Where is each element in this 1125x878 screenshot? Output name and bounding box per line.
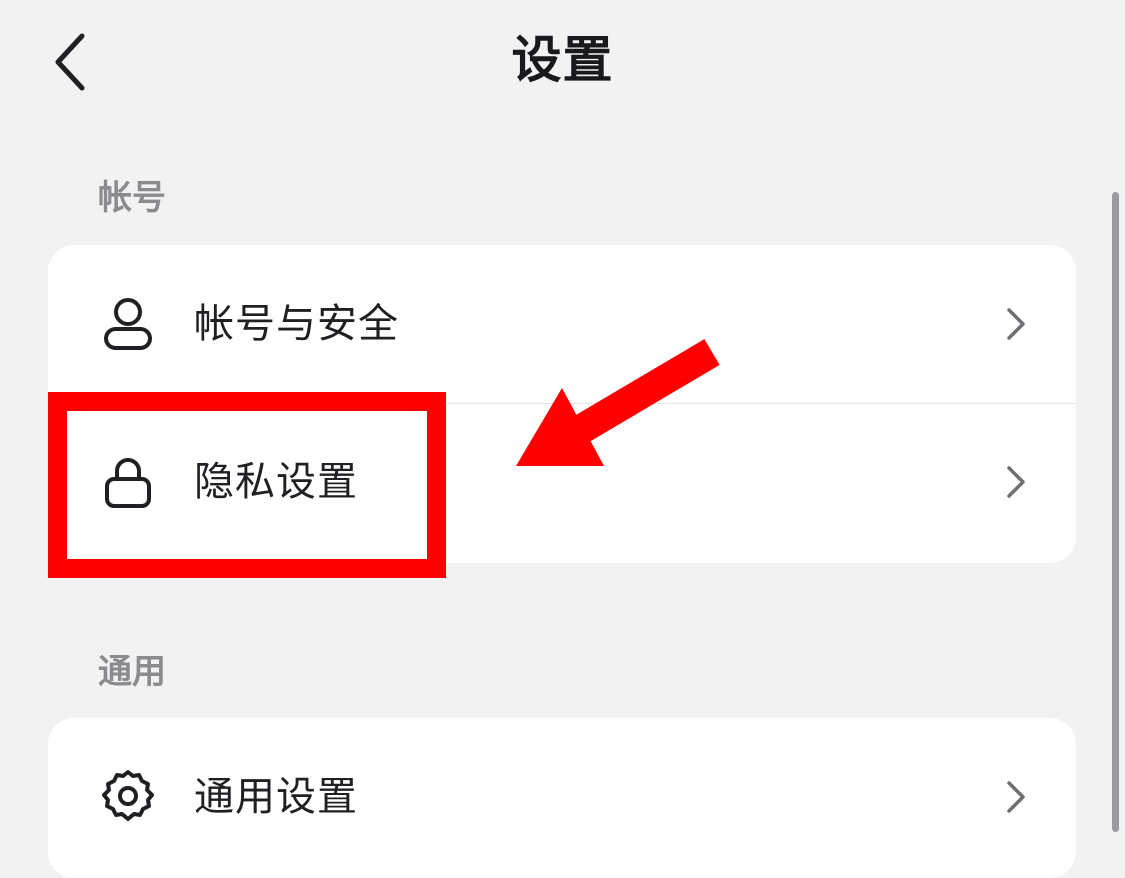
page-title: 设置 xyxy=(511,31,614,89)
chevron-right-icon xyxy=(1004,777,1028,817)
section-label-account: 帐号 xyxy=(98,178,166,218)
header: 设置 xyxy=(0,0,1125,120)
settings-item-label: 隐私设置 xyxy=(194,459,358,505)
chevron-right-icon xyxy=(1004,462,1028,502)
gear-icon xyxy=(98,767,158,827)
section-label-general: 通用 xyxy=(98,652,166,692)
settings-item-label: 通用设置 xyxy=(194,774,358,820)
general-card: 通用设置 xyxy=(48,718,1076,878)
lock-icon xyxy=(98,452,158,512)
settings-item-label: 帐号与安全 xyxy=(194,301,399,347)
settings-item-privacy[interactable]: 隐私设置 xyxy=(48,403,1076,561)
scrollbar[interactable] xyxy=(1112,192,1119,832)
settings-item-account-security[interactable]: 帐号与安全 xyxy=(48,245,1076,403)
user-icon xyxy=(98,294,158,354)
settings-item-general[interactable]: 通用设置 xyxy=(48,718,1076,876)
account-card: 帐号与安全 隐私设置 xyxy=(48,245,1076,563)
chevron-right-icon xyxy=(1004,304,1028,344)
